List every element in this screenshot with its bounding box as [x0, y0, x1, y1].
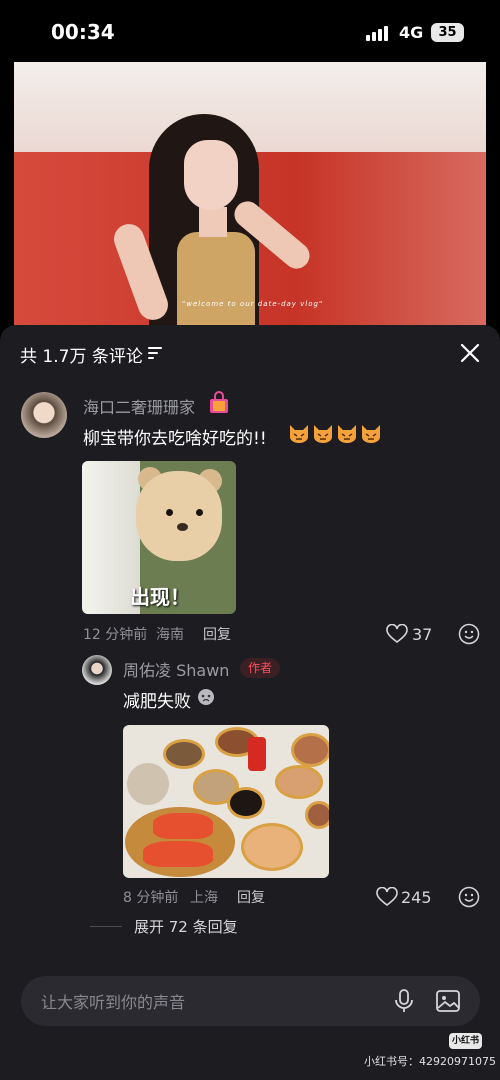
- comment-panel: 共 1.7万 条评论 海口二奢珊珊家 柳宝带你去吃啥好吃的!! 出现！ 12 分…: [0, 325, 500, 1080]
- cat-face-icon: [288, 423, 310, 443]
- sticker-text: 出现！: [130, 585, 190, 609]
- status-bar: 00:34 4G 35: [0, 0, 500, 62]
- author-badge: 作者: [240, 658, 280, 678]
- signal-icon: [366, 25, 390, 41]
- expand-replies-button[interactable]: 展开 72 条回复: [134, 916, 238, 937]
- bear-nose: [177, 523, 188, 531]
- bear-head: [136, 471, 222, 561]
- expand-divider: [90, 926, 122, 927]
- sort-filter-icon[interactable]: [148, 347, 162, 359]
- reply-time: 8 分钟前: [123, 890, 179, 906]
- comment-input[interactable]: [39, 988, 383, 1016]
- drink-can: [248, 737, 266, 771]
- shrimp-bowl: [241, 823, 303, 871]
- video-player[interactable]: "welcome to our date-day vlog": [14, 62, 486, 327]
- heart-icon[interactable]: [376, 886, 398, 907]
- bowl: [163, 739, 205, 769]
- bowl: [275, 765, 323, 799]
- comment-location: 海南: [156, 627, 184, 643]
- person-face: [184, 140, 238, 210]
- battery-icon: 35: [431, 23, 464, 42]
- person-dress: [177, 232, 255, 327]
- crab: [143, 841, 213, 867]
- watermark-id: 小红书号：42920971075: [364, 1055, 496, 1068]
- reply-text: 减肥失败: [123, 692, 191, 712]
- sauce-bowl: [227, 787, 265, 819]
- reply-button[interactable]: 回复: [203, 624, 231, 644]
- reply-location: 上海: [190, 890, 218, 906]
- bowl: [291, 733, 329, 767]
- cat-face-icon: [360, 423, 382, 443]
- crab: [153, 813, 213, 839]
- reply-username[interactable]: 周佑凌 Shawn: [123, 657, 229, 681]
- video-caption: "welcome to our date-day vlog": [182, 300, 324, 308]
- sticker-image[interactable]: 出现！: [82, 461, 236, 614]
- food-photo[interactable]: [123, 725, 329, 878]
- sad-face-icon: [196, 686, 216, 706]
- status-time: 00:34: [51, 20, 115, 44]
- avatar[interactable]: [21, 392, 67, 438]
- like-count: 37: [412, 625, 433, 644]
- close-icon[interactable]: [458, 341, 482, 365]
- person-neck: [199, 207, 227, 237]
- comment-count-title: 共 1.7万 条评论: [20, 347, 143, 367]
- comment-input-bar: [21, 976, 480, 1026]
- plate: [127, 763, 169, 805]
- emoji-reaction-icon[interactable]: [458, 886, 480, 908]
- bowl: [305, 801, 329, 829]
- heart-icon[interactable]: [386, 623, 408, 644]
- comment-time: 12 分钟前: [83, 627, 148, 643]
- watermark-logo: 小红书: [449, 1033, 482, 1049]
- bear-eye: [166, 509, 173, 516]
- avatar[interactable]: [82, 655, 112, 685]
- microphone-icon[interactable]: [393, 988, 415, 1014]
- bear-eye: [196, 509, 203, 516]
- like-count: 245: [401, 888, 432, 907]
- shopping-bag-icon: [207, 391, 231, 415]
- comment-text: 柳宝带你去吃啥好吃的!!: [83, 429, 267, 449]
- comment-username[interactable]: 海口二奢珊珊家: [83, 394, 195, 418]
- reply-button[interactable]: 回复: [237, 887, 265, 907]
- emoji-reaction-icon[interactable]: [458, 623, 480, 645]
- network-type: 4G: [399, 23, 424, 42]
- image-icon[interactable]: [435, 989, 461, 1013]
- cat-face-icon: [312, 423, 334, 443]
- cat-face-icon: [336, 423, 358, 443]
